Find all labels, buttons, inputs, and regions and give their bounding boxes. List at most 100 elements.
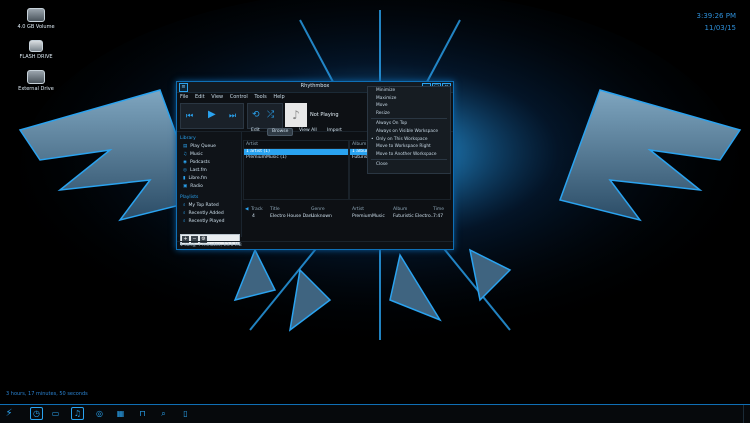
- sidebar-item-label: Libre.fm: [188, 176, 208, 181]
- status-bar: 1 song, 7 minutes, 13.1 MB: [177, 241, 453, 249]
- tab-browse[interactable]: Browse: [267, 128, 294, 136]
- menu-item-move-another-workspace[interactable]: Move to Another Workspace: [368, 151, 450, 159]
- desktop-icon-flash-drive[interactable]: FLASH DRIVE: [14, 40, 58, 60]
- menu-control[interactable]: Control: [230, 94, 248, 100]
- menu-edit[interactable]: Edit: [195, 94, 205, 100]
- cell-title: Electro House Dan...: [270, 214, 316, 219]
- cell-genre: Unknown: [311, 214, 332, 219]
- drive-icon: [27, 70, 45, 84]
- window-menu-icon[interactable]: ≡: [179, 83, 188, 92]
- desktop-icon-label: FLASH DRIVE: [19, 54, 53, 60]
- sidebar-item-label: Podcasts: [189, 160, 210, 165]
- sidebar-item-label: Play Queue: [190, 144, 216, 149]
- sidebar-item-recently-played[interactable]: ⌕ Recently Played: [177, 218, 241, 226]
- start-menu-icon[interactable]: ⚡: [2, 407, 16, 420]
- sidebar-item-label: My Top Rated: [188, 203, 219, 208]
- music-player-icon[interactable]: ♫: [71, 407, 84, 420]
- lock-icon[interactable]: ⊓: [137, 408, 148, 419]
- menu-item-move[interactable]: Move: [368, 102, 450, 110]
- smart-playlist-icon: ⌕: [183, 203, 186, 208]
- table-row[interactable]: 4 Electro House Dan... Unknown PremiumMu…: [243, 213, 451, 220]
- column-artist[interactable]: Artist: [352, 206, 364, 213]
- play-icon[interactable]: ▶: [208, 109, 216, 120]
- disc-icon[interactable]: ◎: [94, 408, 105, 419]
- album-art: ♪: [285, 103, 307, 127]
- desktop-icon-external-drive[interactable]: External Drive: [14, 70, 58, 92]
- podcast-icon: ◉: [183, 160, 187, 165]
- monitor-icon[interactable]: ▭: [50, 408, 61, 419]
- lastfm-icon: ◎: [183, 168, 187, 173]
- track-list-header: ◀ Track Title Genre Artist Album Time: [243, 206, 451, 213]
- menu-item-maximize[interactable]: Maximize: [368, 95, 450, 103]
- menu-file[interactable]: File: [180, 94, 188, 100]
- sidebar-item-top-rated[interactable]: ⌕ My Top Rated: [177, 202, 241, 210]
- flash-drive-icon: [29, 40, 43, 52]
- track-list: ◀ Track Title Genre Artist Album Time 4 …: [243, 206, 451, 231]
- cell-artist: PremiumMusic: [352, 214, 385, 219]
- sidebar-item-label: Music: [190, 152, 203, 157]
- sidebar-item-label: Recently Added: [188, 211, 224, 216]
- sidebar-item-lastfm[interactable]: ◎ Last.fm: [177, 167, 241, 175]
- music-note-icon: ♪: [292, 108, 300, 122]
- sidebar-item-play-queue[interactable]: ▤ Play Queue: [177, 143, 241, 151]
- playlists-heading: Playlists: [180, 195, 199, 200]
- drive-icon: [27, 8, 45, 22]
- tab-import[interactable]: Import: [323, 128, 346, 134]
- uptime-readout: 3 hours, 17 minutes, 50 seconds: [6, 391, 88, 397]
- sidebar: Library ▤ Play Queue ♫ Music ◉ Podcasts ◎ La…: [177, 132, 242, 245]
- sidebar-item-label: Last.fm: [189, 168, 207, 173]
- menu-item-always-on-top[interactable]: Always On Top: [368, 120, 450, 128]
- column-title[interactable]: Title: [270, 206, 280, 213]
- menu-item-close[interactable]: Close: [368, 161, 450, 169]
- previous-icon[interactable]: ⏮: [186, 111, 193, 121]
- cell-track: 4: [252, 214, 255, 219]
- column-time[interactable]: Time: [433, 206, 444, 213]
- artist-row[interactable]: PremiumMusic (1): [244, 155, 348, 161]
- sidebar-item-label: Recently Played: [188, 219, 225, 224]
- desktop-clock: 3:39:26 PM 11/03/15: [697, 10, 736, 34]
- clock-date: 11/03/15: [704, 24, 736, 32]
- library-heading: Library: [180, 136, 196, 141]
- column-genre[interactable]: Genre: [311, 206, 325, 213]
- image-viewer-icon[interactable]: ▦: [115, 408, 126, 419]
- shuffle-icon[interactable]: ⤮: [267, 110, 274, 120]
- sidebar-item-podcasts[interactable]: ◉ Podcasts: [177, 159, 241, 167]
- menu-item-only-this-workspace[interactable]: Only on This Workspace: [368, 136, 450, 144]
- tab-view-all[interactable]: View All: [295, 128, 321, 134]
- search-icon[interactable]: ⌕: [158, 408, 169, 419]
- speaker-icon: ◀: [245, 207, 249, 212]
- sidebar-item-recently-added[interactable]: ⌕ Recently Added: [177, 210, 241, 218]
- smart-playlist-icon: ⌕: [183, 219, 186, 224]
- column-album[interactable]: Album: [393, 206, 407, 213]
- desktop-icon-label: 4.0 GB Volume: [17, 24, 55, 30]
- taskbar: ⚡ ◷ ▭ ♫ ◎ ▦ ⊓ ⌕ ▯: [0, 404, 750, 423]
- librefm-icon: ▮: [183, 176, 186, 181]
- music-icon: ♫: [183, 152, 188, 157]
- show-desktop-button[interactable]: [743, 405, 750, 423]
- cell-time: 7:47: [433, 214, 444, 219]
- now-playing-label: Not Playing: [310, 112, 339, 118]
- menu-help[interactable]: Help: [273, 94, 284, 100]
- tab-edit[interactable]: Edit: [247, 128, 264, 134]
- artist-column-header[interactable]: Artist: [244, 141, 348, 149]
- smart-playlist-icon: ⌕: [183, 211, 186, 216]
- menu-tools[interactable]: Tools: [254, 94, 266, 100]
- clock-time: 3:39:26 PM: [696, 12, 736, 20]
- radio-icon: ▣: [183, 184, 188, 189]
- desktop-icon-volume[interactable]: 4.0 GB Volume: [14, 8, 58, 30]
- desktop-icon-label: External Drive: [18, 86, 54, 92]
- sidebar-item-radio[interactable]: ▣ Radio: [177, 183, 241, 191]
- taskbar-app-icon[interactable]: ◷: [30, 407, 43, 420]
- menu-item-move-workspace-right[interactable]: Move to Workspace Right: [368, 143, 450, 151]
- next-icon[interactable]: ⏭: [229, 111, 236, 121]
- menu-item-resize[interactable]: Resize: [368, 110, 450, 118]
- sidebar-item-music[interactable]: ♫ Music: [177, 151, 241, 159]
- sidebar-item-librefm[interactable]: ▮ Libre.fm: [177, 175, 241, 183]
- menu-view[interactable]: View: [211, 94, 223, 100]
- repeat-icon[interactable]: ⟲: [252, 110, 260, 120]
- column-track[interactable]: Track: [251, 206, 263, 213]
- sidebar-item-label: Radio: [190, 184, 203, 189]
- terminal-icon[interactable]: ▯: [180, 408, 191, 419]
- menu-item-always-visible-workspace[interactable]: Always on Visible Workspace: [368, 128, 450, 136]
- menu-item-minimize[interactable]: Minimize: [368, 87, 450, 95]
